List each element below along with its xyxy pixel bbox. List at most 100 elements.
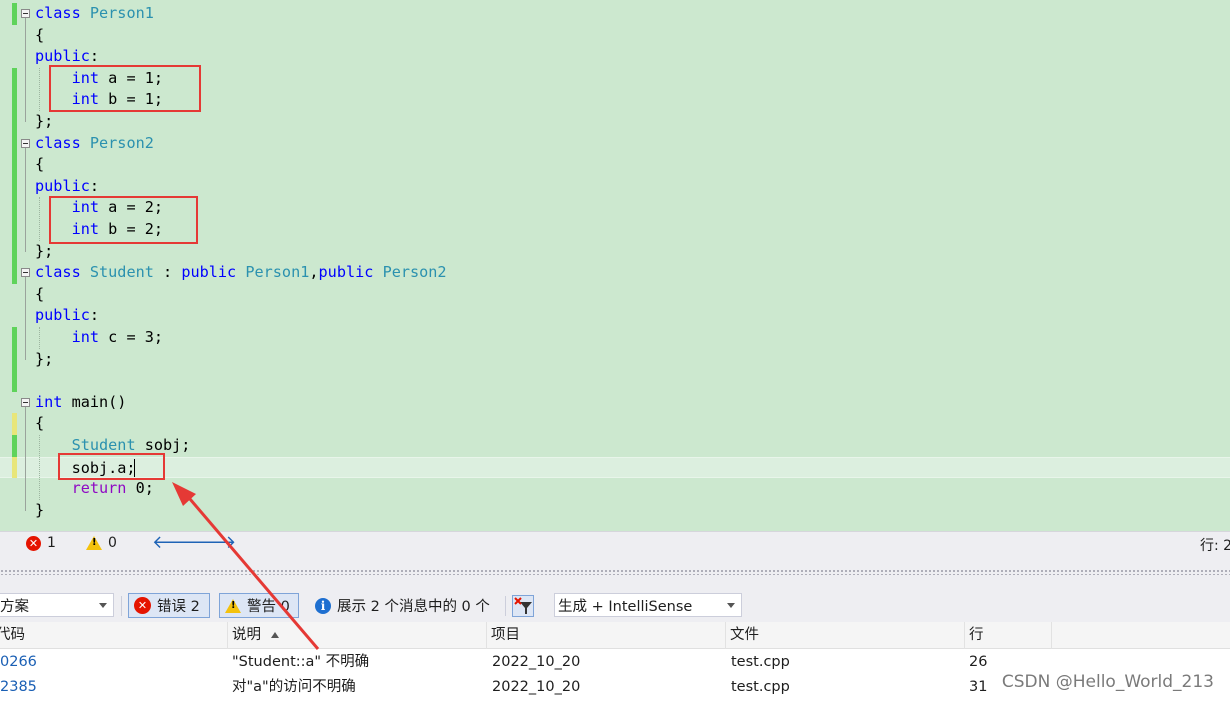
code-line[interactable]: }; [0,349,1230,371]
code-line[interactable]: class Person2 [0,133,1230,155]
column-header-project[interactable]: 项目 [487,622,726,649]
toolbar-separator [505,596,506,616]
code-line-text: public: [35,305,99,327]
code-token: } [35,500,45,519]
code-line-text: int c = 3; [35,327,163,349]
code-line-text: return 0; [35,478,154,500]
code-line[interactable]: int c = 3; [0,327,1230,349]
warning-count: 0 [108,535,117,551]
code-token: : [153,263,182,282]
sort-ascending-icon [271,632,279,638]
code-token: int [71,328,100,346]
warnings-filter-button[interactable]: 警告 0 [219,593,299,618]
splitter-grip[interactable] [0,569,1230,575]
code-line[interactable] [0,370,1230,392]
collapse-icon[interactable] [21,9,30,18]
warning-icon [225,598,241,613]
error-count-indicator[interactable]: ✕ 1 [26,535,56,551]
change-saved-marker [12,154,17,263]
error-count: 1 [47,535,56,551]
code-line-text: } [35,500,44,522]
code-line[interactable]: { [0,25,1230,47]
collapse-icon[interactable] [21,268,30,278]
build-filter-value: 生成 + IntelliSense [558,598,693,615]
code-line-text: class Person2 [35,133,154,155]
code-line-text: }; [35,111,53,133]
code-token: : [89,47,100,66]
code-token: return [71,479,127,498]
error-file: test.cpp [731,679,790,695]
code-token: { [35,414,45,433]
code-line[interactable]: class Person1 [0,3,1230,25]
error-project: 2022_10_20 [492,679,581,695]
scope-dropdown-value: 方案 [0,598,29,615]
code-line-text: class Student : public Person1,public Pe… [35,262,447,284]
clear-filter-icon [512,594,534,617]
change-saved-marker [12,3,17,25]
code-editor[interactable]: class Person1{public: int a = 1; int b =… [0,0,1230,531]
code-token: : [89,306,100,325]
code-line[interactable]: } [0,500,1230,522]
code-token: sobj; [135,436,191,454]
code-token: c = 3; [99,328,164,346]
change-unsaved-marker [12,413,17,435]
code-token: }; [35,112,54,130]
code-line[interactable]: public: [0,305,1230,327]
error-line: 31 [969,679,988,695]
code-line-text: { [35,413,44,435]
code-line[interactable]: }; [0,111,1230,133]
code-line[interactable]: int main() [0,392,1230,414]
outline-line [25,18,26,122]
code-line[interactable]: Student sobj; [0,435,1230,457]
error-code-link[interactable]: 0266 [0,650,37,675]
build-filter-dropdown[interactable]: 生成 + IntelliSense [554,593,742,617]
code-token: public [35,306,90,325]
errors-filter-button[interactable]: ✕ 错误 2 [128,593,210,618]
code-token: class [35,133,81,152]
column-header-line-label: 行 [969,627,984,643]
collapse-icon[interactable] [21,138,30,148]
collapse-icon[interactable] [21,397,30,407]
info-icon: i [315,597,331,614]
code-token: public [35,176,90,195]
indent-guide [39,197,40,241]
editor-status-strip: ✕ 1 0 🡐 🡒 行: 2 [0,531,1230,555]
column-header-line[interactable]: 行 [965,622,1052,649]
code-token: , [309,263,319,282]
column-header-description[interactable]: 说明 [228,622,487,649]
code-line[interactable]: class Student : public Person1,public Pe… [0,262,1230,284]
column-header-project-label: 项目 [491,627,520,643]
code-line-text: public: [35,176,99,198]
warning-count-indicator[interactable]: 0 [86,535,117,551]
outline-line [25,406,26,511]
chevron-down-icon [99,603,107,608]
column-header-file[interactable]: 文件 [726,622,965,649]
code-token: }; [35,349,54,368]
clear-filter-button[interactable] [510,593,536,618]
column-header-description-label: 说明 [232,627,261,643]
code-token: : [89,176,100,195]
code-line-text: class Person1 [35,3,154,25]
change-saved-marker [12,262,17,284]
error-file: test.cpp [731,654,790,670]
change-saved-marker [12,67,17,111]
code-line[interactable]: { [0,154,1230,176]
panel-splitter[interactable] [0,555,1230,590]
code-line[interactable]: { [0,284,1230,306]
warnings-filter-label: 警告 0 [247,599,290,615]
scope-dropdown[interactable]: 方案 [0,593,114,617]
code-line[interactable]: { [0,413,1230,435]
code-token: { [35,155,45,174]
code-line[interactable]: public: [0,176,1230,198]
error-code-link[interactable]: 2385 [0,675,37,700]
navigate-forward-icon[interactable]: 🡒 [188,533,236,553]
code-line[interactable]: return 0; [0,478,1230,500]
code-line[interactable]: sobj.a; [0,456,1230,479]
column-header-code[interactable]: 代码 [0,622,228,649]
code-line-text: { [35,154,44,176]
messages-filter-button[interactable]: i 展示 2 个消息中的 0 个 [310,593,495,618]
code-token: Person1 [245,263,310,282]
change-saved-marker [12,327,17,371]
